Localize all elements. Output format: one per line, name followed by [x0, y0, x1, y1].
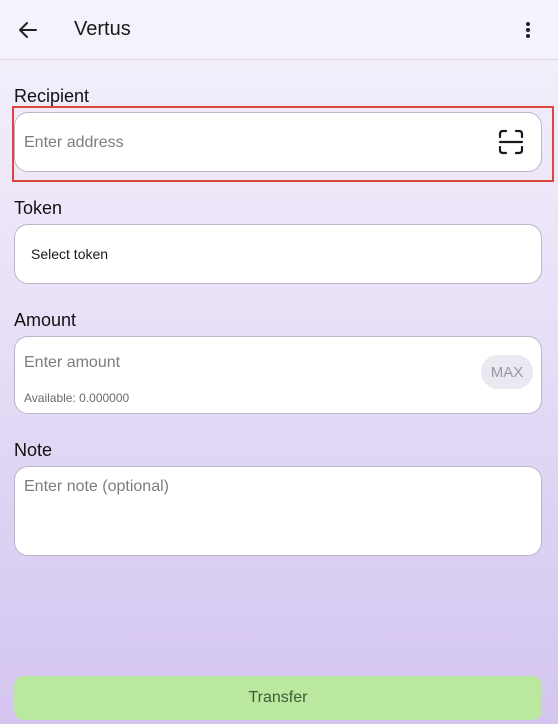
transfer-button[interactable]: Transfer — [14, 676, 542, 720]
page-title: Vertus — [74, 18, 131, 40]
arrow-left-icon — [19, 22, 37, 38]
token-select-value: Select token — [31, 246, 109, 262]
token-label: Token — [14, 198, 63, 218]
recipient-label: Recipient — [14, 86, 90, 106]
token-select[interactable]: Select token — [14, 224, 542, 284]
note-field[interactable]: Enter note (optional) — [14, 466, 542, 556]
amount-label: Amount — [14, 310, 77, 330]
recipient-field[interactable]: Enter address — [14, 112, 542, 172]
amount-field[interactable]: Enter amount Available: 0.000000 MAX — [14, 336, 542, 414]
back-button[interactable] — [12, 14, 44, 46]
recipient-placeholder: Enter address — [24, 134, 124, 151]
more-vertical-icon — [526, 22, 530, 38]
more-options-button[interactable] — [512, 14, 544, 46]
max-button[interactable]: MAX — [481, 355, 533, 389]
scan-button[interactable] — [497, 128, 525, 156]
available-balance: Available: 0.000000 — [24, 391, 130, 405]
amount-placeholder: Enter amount — [24, 354, 121, 371]
scan-qr-icon — [498, 129, 524, 155]
note-label: Note — [14, 440, 53, 460]
app-bar: Vertus — [0, 0, 558, 60]
note-placeholder: Enter note (optional) — [24, 478, 169, 495]
